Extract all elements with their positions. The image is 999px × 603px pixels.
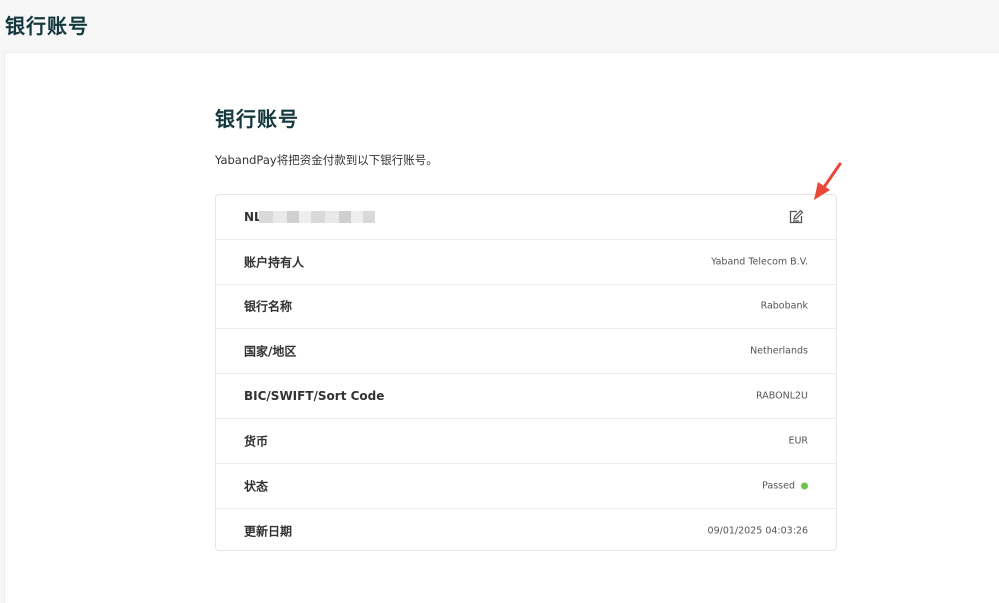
bank-account-card: NL 账户持有人 Yaband Telecom B.V. 银行名称 Raboba… bbox=[215, 194, 837, 551]
section-description: YabandPay将把资金付款到以下银行账号。 bbox=[215, 153, 438, 167]
bank-name-row: 银行名称 Rabobank bbox=[216, 285, 836, 330]
page-header: 银行账号 bbox=[0, 0, 999, 46]
row-value: Yaband Telecom B.V. bbox=[711, 256, 808, 268]
row-value: Netherlands bbox=[750, 345, 808, 357]
row-label: 账户持有人 bbox=[244, 255, 305, 270]
account-holder-row: 账户持有人 Yaband Telecom B.V. bbox=[216, 240, 836, 285]
bic-row: BIC/SWIFT/Sort Code RABONL2U bbox=[216, 374, 836, 419]
row-value: EUR bbox=[788, 435, 808, 447]
status-row: 状态 Passed bbox=[216, 464, 836, 509]
row-value: Rabobank bbox=[760, 300, 808, 312]
row-label: 国家/地区 bbox=[244, 344, 297, 359]
iban-redacted bbox=[259, 210, 375, 223]
edit-icon[interactable] bbox=[788, 209, 804, 225]
row-label: 更新日期 bbox=[244, 524, 293, 539]
updated-date-row: 更新日期 09/01/2025 04:03:26 bbox=[216, 509, 836, 554]
currency-row: 货币 EUR bbox=[216, 419, 836, 464]
arrow-annotation-icon bbox=[814, 162, 842, 200]
row-value: RABONL2U bbox=[756, 390, 808, 402]
row-label: 货币 bbox=[244, 434, 269, 449]
status-dot-icon bbox=[801, 482, 808, 490]
status-badge: Passed bbox=[762, 480, 808, 491]
page-title: 银行账号 bbox=[5, 14, 89, 38]
row-label: 状态 bbox=[244, 479, 269, 494]
section-title: 银行账号 bbox=[215, 107, 299, 131]
row-value: 09/01/2025 04:03:26 bbox=[707, 525, 808, 537]
iban-row: NL bbox=[216, 195, 836, 240]
row-label: BIC/SWIFT/Sort Code bbox=[244, 389, 385, 404]
row-label: 银行名称 bbox=[244, 299, 293, 314]
country-row: 国家/地区 Netherlands bbox=[216, 329, 836, 375]
content-panel: 银行账号 YabandPay将把资金付款到以下银行账号。 NL 账户持有人 Ya… bbox=[4, 52, 999, 603]
